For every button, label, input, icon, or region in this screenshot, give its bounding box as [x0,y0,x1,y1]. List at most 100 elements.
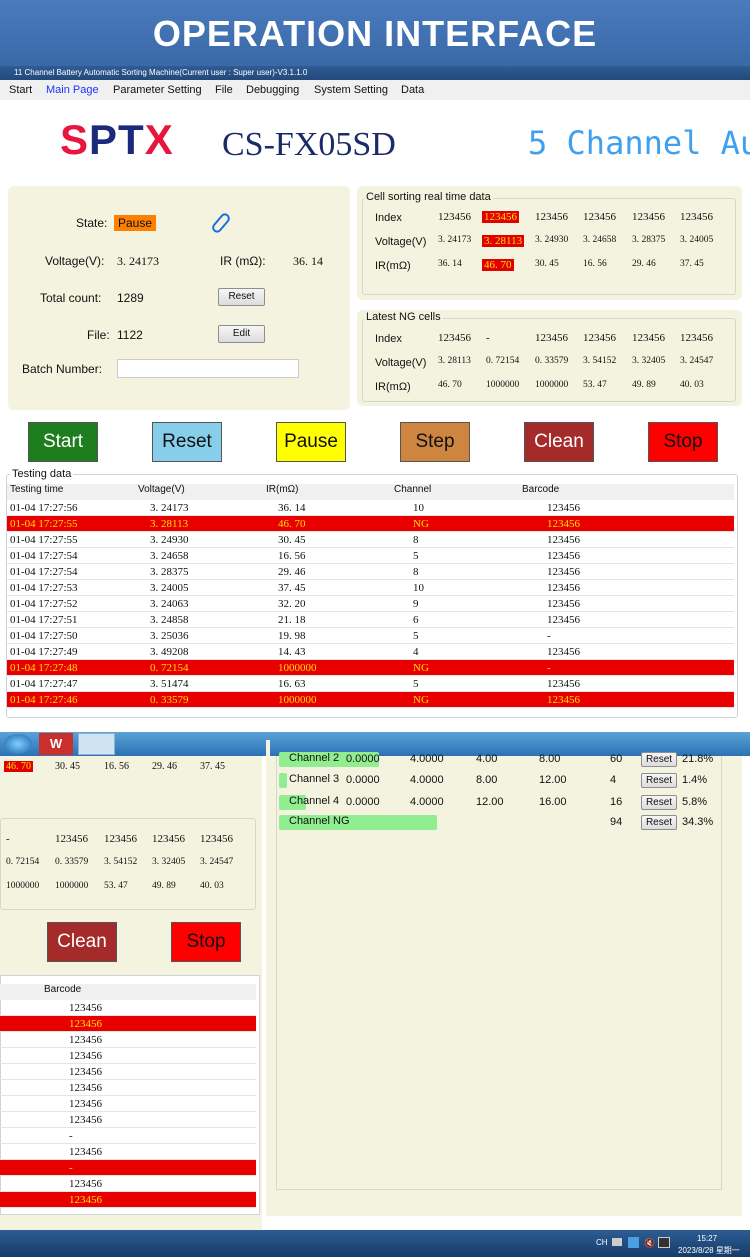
cell-ir: 1000000 [278,694,317,706]
col-barcode[interactable]: Barcode [522,484,559,495]
edit-file-button[interactable]: Edit [218,325,265,343]
table-row[interactable]: 01-04 17:27:56 3. 24173 36. 14 10 123456 [7,500,734,516]
latest_ng-index-cell: 123456 [632,332,665,344]
latest-ng-ir-cell-lower: 53. 47 [104,881,128,891]
cell-ch: 10 [413,502,424,514]
cell-bc: 123456 [69,1146,102,1158]
cell-v: 3. 49208 [150,646,189,658]
channel-reset-button[interactable]: Reset [641,773,677,788]
cell-v: 3. 24173 [150,502,189,514]
menu-file[interactable]: File [215,80,233,100]
cell-time: 01-04 17:27:46 [10,694,78,706]
table-row[interactable]: 01-04 17:27:50 3. 25036 19. 98 5 - [7,628,734,644]
table-row-lower[interactable]: 123456 [0,1176,256,1192]
col-testing-time[interactable]: Testing time [10,484,63,495]
latest-ng-index-cell-lower: 123456 [152,833,185,845]
total-count-label: Total count: [40,291,102,305]
table-row-lower[interactable]: 123456 [0,1080,256,1096]
stop-button[interactable]: Stop [648,422,718,462]
realtime-index-cell: 123456 [680,211,713,223]
table-row[interactable]: 01-04 17:27:46 0. 33579 1000000 NG 123456 [7,692,734,708]
language-indicator[interactable]: CH [596,1238,608,1247]
col-channel[interactable]: Channel [394,484,431,495]
table-row-lower[interactable]: 123456 [0,1016,256,1032]
channel-reset-button[interactable]: Reset [641,795,677,810]
reset-count-button[interactable]: Reset [218,288,265,306]
clock-time[interactable]: 15:27 [697,1234,717,1243]
cell-bc: 123456 [547,646,580,658]
realtime-ir-cell: 36. 14 [438,259,462,269]
table-row-lower[interactable]: - [0,1160,256,1176]
scrollbar[interactable] [742,756,750,1230]
testing-data-title: Testing data [10,468,74,480]
col-voltage[interactable]: Voltage(V) [138,484,185,495]
channel-name: Channel 4 [289,795,340,807]
wps-app-icon[interactable]: W [39,733,73,755]
table-row-lower[interactable]: 123456 [0,1096,256,1112]
channel-min: 8.00 [476,774,498,786]
table-row[interactable]: 01-04 17:27:53 3. 24005 37. 45 10 123456 [7,580,734,596]
start-button[interactable]: Start [28,422,98,462]
stop-button-lower[interactable]: Stop [171,922,241,962]
pause-button[interactable]: Pause [276,422,346,462]
latest-ng-index-cell-lower: - [6,833,10,845]
channel-reset-button[interactable]: Reset [641,815,677,830]
table-row[interactable]: 01-04 17:27:47 3. 51474 16. 63 5 123456 [7,676,734,692]
table-row[interactable]: 01-04 17:27:52 3. 24063 32. 20 9 123456 [7,596,734,612]
table-row-lower[interactable]: 123456 [0,1032,256,1048]
menu-start[interactable]: Start [9,80,32,100]
latest-ng-title: Latest NG cells [364,311,443,323]
menu-parameter-setting[interactable]: Parameter Setting [113,80,202,100]
table-row[interactable]: 01-04 17:27:51 3. 24858 21. 18 6 123456 [7,612,734,628]
menu-debugging[interactable]: Debugging [246,80,299,100]
menu-system-setting[interactable]: System Setting [314,80,388,100]
realtime-ir-cell-lower: 16. 56 [104,761,129,772]
volume-muted-icon[interactable]: 🔇 [644,1238,655,1248]
cell-v: 3. 51474 [150,678,189,690]
batch-number-input[interactable] [117,359,299,378]
col-ir[interactable]: IR(mΩ) [266,484,298,495]
realtime-ir-cell: 29. 46 [632,259,656,269]
table-row-lower[interactable]: 123456 [0,1192,256,1208]
clean-button-lower[interactable]: Clean [47,922,117,962]
table-row[interactable]: 01-04 17:27:54 3. 28375 29. 46 8 123456 [7,564,734,580]
realtime-row-label: Index [375,212,402,224]
latest_ng-ir-cell: 1000000 [535,380,569,390]
keyboard-icon[interactable] [612,1238,622,1246]
cell-time: 01-04 17:27:50 [10,630,78,642]
cell-ir: 30. 45 [278,534,306,546]
table-row-lower[interactable]: 123456 [0,1000,256,1016]
cell-ch: NG [413,662,429,674]
col-barcode-lower[interactable]: Barcode [44,984,81,995]
table-row[interactable]: 01-04 17:27:48 0. 72154 1000000 NG - [7,660,734,676]
channel-b: 4.0000 [410,796,444,808]
table-row[interactable]: 01-04 17:27:54 3. 24658 16. 56 5 123456 [7,548,734,564]
cell-time: 01-04 17:27:55 [10,534,78,546]
table-row-lower[interactable]: 123456 [0,1048,256,1064]
machine-app-icon[interactable] [78,733,115,755]
cell-v: 3. 28113 [150,518,189,530]
cell-v: 3. 24658 [150,550,189,562]
latest-ng-voltage-cell-lower: 3. 24547 [200,857,234,867]
channel-reset-button[interactable]: Reset [641,752,677,767]
network-disconnected-icon[interactable] [658,1237,670,1248]
table-row[interactable]: 01-04 17:27:55 3. 28113 46. 70 NG 123456 [7,516,734,532]
latest-ng-voltage-cell-lower: 3. 54152 [104,857,138,867]
table-row-lower[interactable]: - [0,1128,256,1144]
step-button[interactable]: Step [400,422,470,462]
latest-ng-voltage-cell-lower: 3. 32405 [152,857,186,867]
table-row[interactable]: 01-04 17:27:55 3. 24930 30. 45 8 123456 [7,532,734,548]
table-row-lower[interactable]: 123456 [0,1064,256,1080]
windows-start-icon[interactable] [4,734,32,754]
table-row-lower[interactable]: 123456 [0,1112,256,1128]
clock-date[interactable]: 2023/8/28 星期一 [678,1245,740,1256]
table-row[interactable]: 01-04 17:27:49 3. 49208 14. 43 4 123456 [7,644,734,660]
file-label: File: [87,328,110,342]
realtime-voltage-cell: 3. 24658 [583,235,617,245]
app-tray-icon[interactable] [628,1237,639,1248]
reset-button[interactable]: Reset [152,422,222,462]
table-row-lower[interactable]: 123456 [0,1144,256,1160]
menu-main-page[interactable]: Main Page [46,80,99,100]
menu-data[interactable]: Data [401,80,424,100]
clean-button[interactable]: Clean [524,422,594,462]
